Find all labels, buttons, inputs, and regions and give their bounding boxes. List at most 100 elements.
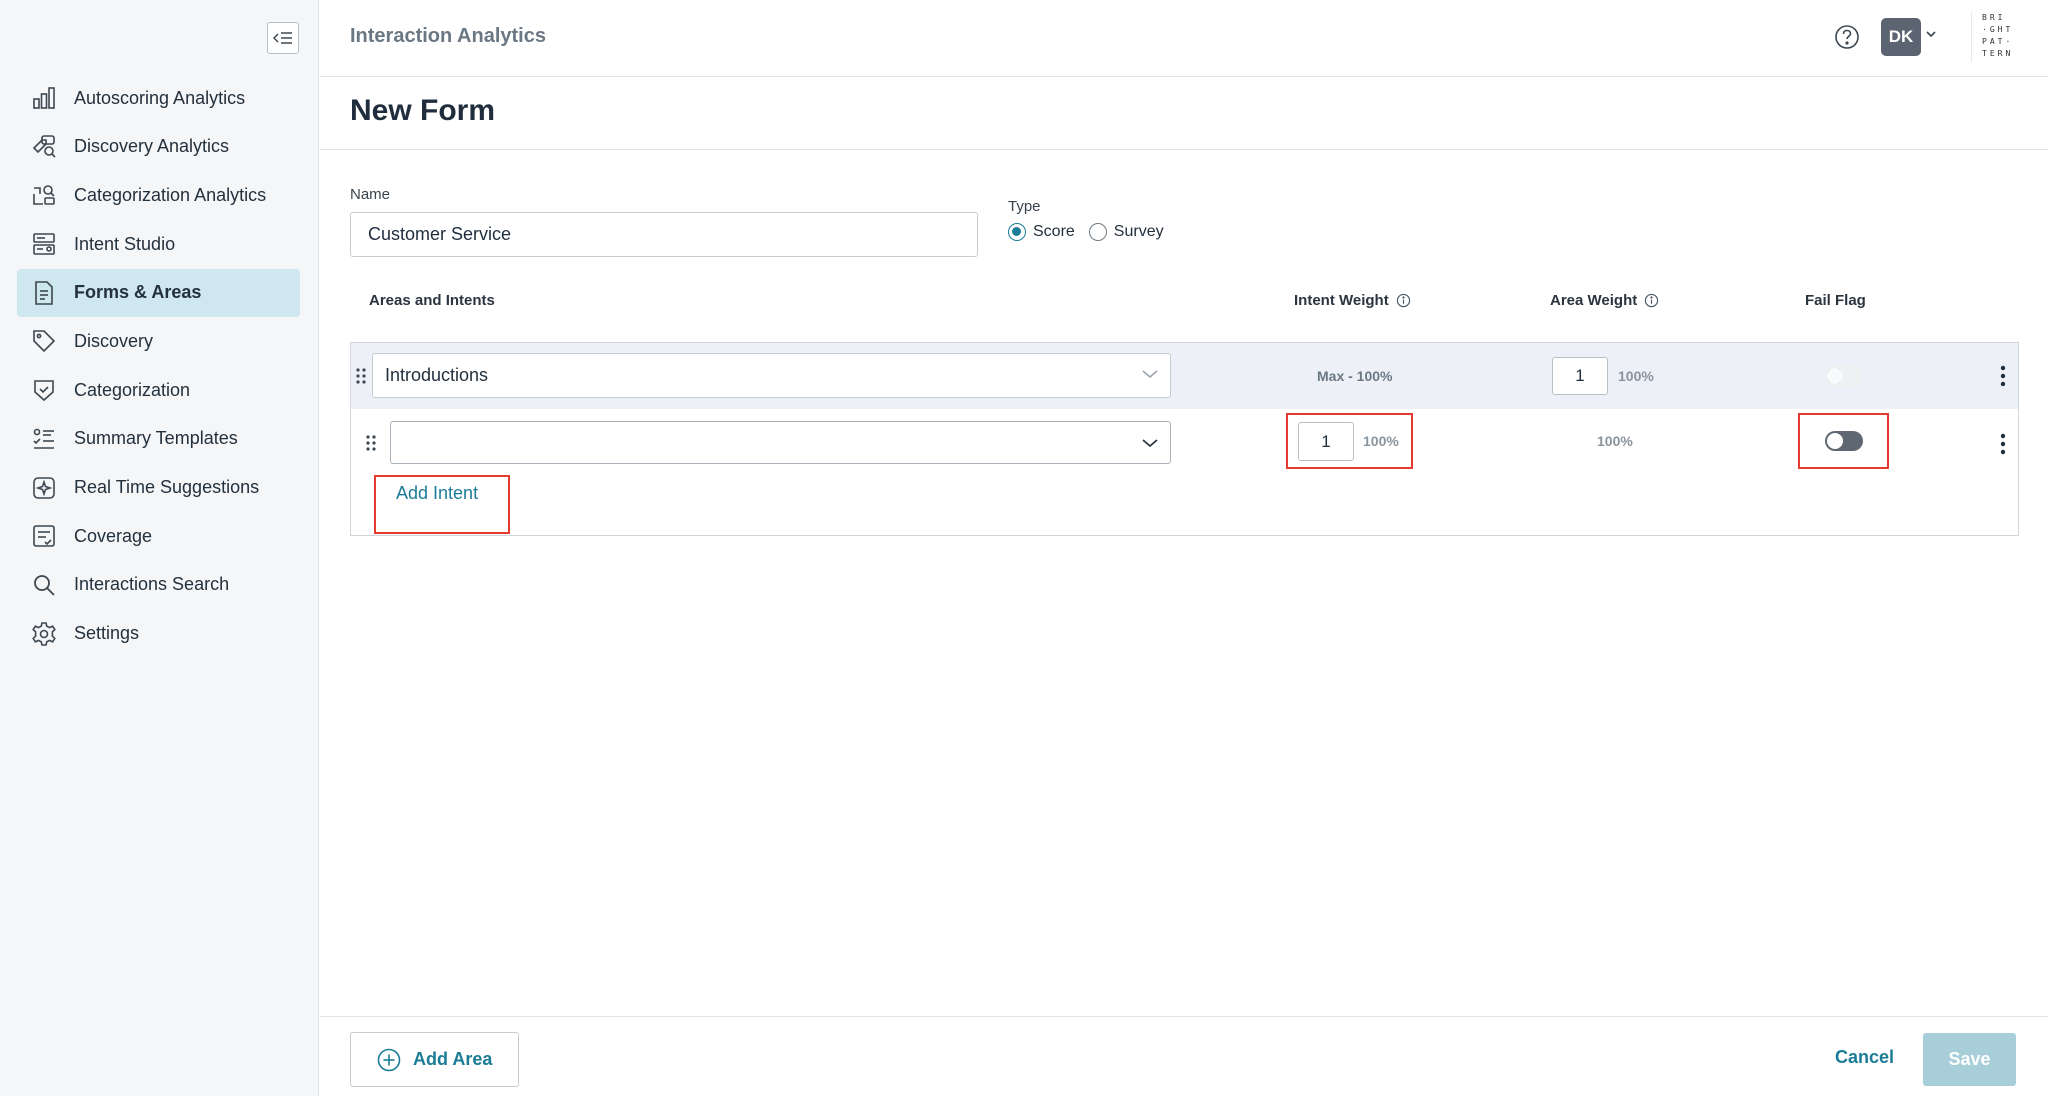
intent-weight-max: Max - 100% [1317,368,1393,384]
sidebar-item-settings[interactable]: Settings [17,610,300,658]
sidebar-item-label: Intent Studio [74,233,176,254]
column-header-label: Fail Flag [1805,292,1866,309]
cancel-button[interactable]: Cancel [1835,1047,1894,1068]
sidebar-item-interactions-search[interactable]: Interactions Search [17,561,300,609]
toggle-knob [1827,433,1843,449]
page-title-bar: New Form [320,78,2048,150]
area-select-value: Introductions [385,365,489,385]
intent-select[interactable] [390,421,1171,464]
sidebar-nav: Autoscoring Analytics Discovery Analytic… [17,74,300,658]
intent-studio-icon [30,230,58,258]
save-button[interactable]: Save [1923,1033,2016,1086]
column-header-fail-flag: Fail Flag [1805,292,1866,309]
bright-pattern-logo: BRI ·GHT PAT· TERN [1971,12,2023,62]
logo-line: PAT· [1982,37,2014,46]
collapse-menu-icon [273,32,292,44]
sidebar-item-label: Categorization [74,379,191,400]
help-icon[interactable] [1834,24,1860,50]
add-area-label: Add Area [413,1049,493,1069]
chevron-down-icon[interactable] [1926,30,1936,38]
column-header-area-weight: Area Weight [1550,292,1659,309]
sidebar-item-label: Forms & Areas [74,282,202,303]
logo-line: TERN [1982,49,2014,58]
summary-list-icon [30,425,58,453]
sidebar-item-label: Real Time Suggestions [74,477,260,497]
form-document-icon [30,279,58,307]
more-options-icon[interactable] [2000,433,2006,455]
page-title: New Form [350,94,496,127]
intent-weight-input[interactable]: 1 [1298,422,1354,461]
tag-search-icon [30,133,58,161]
type-radio-score[interactable]: Score [1008,223,1075,241]
sidebar-item-label: Summary Templates [74,428,238,449]
sidebar-item-label: Autoscoring Analytics [74,87,246,108]
radio-label: Score [1033,223,1075,240]
chevron-down-icon [1142,370,1158,379]
radio-label: Survey [1113,223,1164,240]
type-radio-survey[interactable]: Survey [1088,223,1164,241]
area-fail-flag-toggle[interactable] [1825,366,1863,386]
type-label: Type [1008,198,1041,215]
sidebar-item-summary-templates[interactable]: Summary Templates [17,415,300,463]
sidebar-item-intent-studio[interactable]: Intent Studio [17,220,300,268]
areas-intents-table: Introductions Max - 100% 1 100% 1 100% 1… [350,342,2019,536]
chevron-down-icon [1142,439,1158,448]
top-header: Interaction Analytics DK BRI ·GHT PAT· T… [320,0,2048,77]
categorization-icon [30,376,58,404]
sidebar-item-discovery-analytics[interactable]: Discovery Analytics [17,123,300,171]
column-header-intent-weight: Intent Weight [1294,292,1411,309]
sidebar-item-coverage[interactable]: Coverage [17,512,300,560]
column-header-label: Area Weight [1550,292,1638,309]
plus-circle-icon [377,1048,401,1071]
info-icon[interactable] [1396,293,1411,308]
add-area-button[interactable]: Add Area [350,1032,519,1087]
sidebar: Autoscoring Analytics Discovery Analytic… [0,0,319,1096]
sidebar-item-label: Coverage [74,525,153,546]
sidebar-item-label: Categorization Analytics [74,184,267,205]
radio-unchecked-icon[interactable] [1088,223,1107,241]
sidebar-item-categorization-analytics[interactable]: Categorization Analytics [17,171,300,219]
sidebar-item-autoscoring-analytics[interactable]: Autoscoring Analytics [17,74,300,122]
coverage-icon [30,522,58,550]
column-header-label: Intent Weight [1294,292,1389,309]
intent-area-percent: 100% [1597,433,1633,449]
type-radio-group: Score Survey [1008,223,1178,241]
sidebar-item-discovery[interactable]: Discovery [17,317,300,365]
drag-handle-icon[interactable] [365,434,377,452]
form-footer: Add Area Cancel Save [320,1016,2048,1096]
area-weight-percent: 100% [1618,368,1654,384]
logo-line: BRI [1982,13,2006,22]
tag-icon [30,327,58,355]
name-label: Name [350,186,391,203]
sidebar-item-label: Discovery [74,330,154,351]
radio-checked-icon[interactable] [1008,223,1026,241]
more-options-icon[interactable] [2000,365,2006,387]
sparkle-icon [30,474,58,502]
logo-line: ·GHT [1982,25,2014,34]
intent-weight-percent: 100% [1363,433,1399,449]
sidebar-item-label: Interactions Search [74,574,230,595]
sidebar-item-forms-areas[interactable]: Forms & Areas [17,268,300,317]
app-title: Interaction Analytics [350,25,546,47]
area-weight-input[interactable]: 1 [1552,357,1608,395]
column-header-label: Areas and Intents [369,292,495,309]
intent-fail-flag-toggle[interactable] [1825,431,1863,451]
info-icon[interactable] [1644,293,1659,308]
sidebar-item-label: Discovery Analytics [74,136,230,157]
add-intent-button[interactable]: Add Intent [396,483,478,504]
name-input[interactable] [350,212,978,257]
toggle-knob [1827,368,1843,384]
gear-icon [30,620,58,648]
app-root: Autoscoring Analytics Discovery Analytic… [0,0,2048,1096]
column-header-areas-intents: Areas and Intents [369,292,495,309]
drag-handle-icon[interactable] [355,367,367,385]
sidebar-item-real-time-suggestions[interactable]: Real Time Suggestions [17,464,300,512]
user-avatar[interactable]: DK [1881,18,1921,56]
bar-chart-icon [30,84,58,112]
sidebar-item-label: Settings [74,623,140,644]
area-row: Introductions Max - 100% 1 100% [351,343,2018,409]
search-icon [30,571,58,599]
collapse-sidebar-button[interactable] [267,22,299,54]
sidebar-item-categorization[interactable]: Categorization [17,366,300,414]
area-select[interactable]: Introductions [372,353,1171,398]
